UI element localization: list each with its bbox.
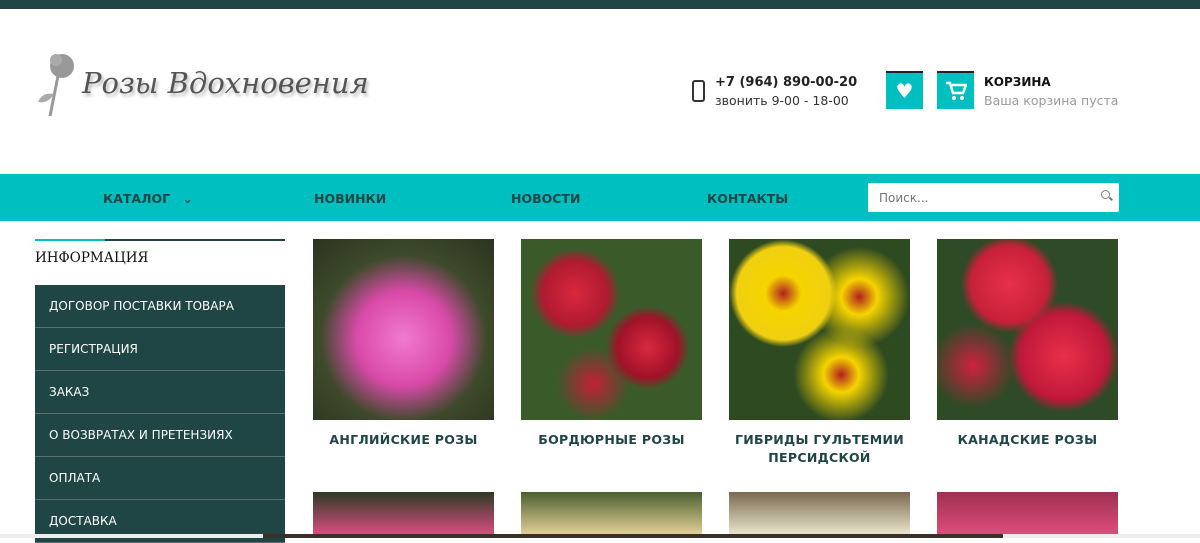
cart-button[interactable] xyxy=(937,71,974,109)
category-image[interactable] xyxy=(937,239,1118,420)
wishlist-button[interactable]: ♥ xyxy=(886,71,923,109)
category-card[interactable]: КАНАДСКИЕ РОЗЫ xyxy=(937,239,1118,449)
nav-catalog[interactable]: КАТАЛОГ ⌄ xyxy=(103,191,193,206)
cart-status: Ваша корзина пуста xyxy=(984,93,1119,108)
category-title[interactable]: БОРДЮРНЫЕ РОЗЫ xyxy=(521,431,702,449)
category-image[interactable] xyxy=(521,492,702,538)
search-input[interactable] xyxy=(868,183,1078,212)
call-hours: звонить 9-00 - 18-00 xyxy=(715,93,849,108)
rose-logo-icon xyxy=(38,54,74,117)
logo[interactable]: Розы Вдохновения xyxy=(36,46,369,121)
sidebar-item-order[interactable]: ЗАКАЗ xyxy=(35,371,285,414)
category-image[interactable] xyxy=(313,492,494,538)
category-title[interactable]: КАНАДСКИЕ РОЗЫ xyxy=(937,431,1118,449)
category-card[interactable]: ГИБРИДЫ ГУЛЬТЕМИИ ПЕРСИДСКОЙ xyxy=(729,239,910,467)
category-image[interactable] xyxy=(521,239,702,420)
horizontal-scrollbar[interactable] xyxy=(0,534,1200,538)
category-card[interactable]: АНГЛИЙСКИЕ РОЗЫ xyxy=(313,239,494,449)
sidebar-item-payment[interactable]: ОПЛАТА xyxy=(35,457,285,500)
sidebar-item-returns[interactable]: О ВОЗВРАТАХ И ПРЕТЕНЗИЯХ xyxy=(35,414,285,457)
logo-text: Розы Вдохновения xyxy=(82,66,369,100)
sidebar-item-registration[interactable]: РЕГИСТРАЦИЯ xyxy=(35,328,285,371)
sidebar-item-contract[interactable]: ДОГОВОР ПОСТАВКИ ТОВАРА xyxy=(35,285,285,328)
phone-icon xyxy=(692,80,705,102)
search-icon[interactable] xyxy=(1101,190,1110,199)
phone-number[interactable]: +7 (964) 890-00-20 xyxy=(715,75,857,90)
cart-icon xyxy=(945,81,967,100)
scrollbar-thumb[interactable] xyxy=(263,534,1003,538)
nav-contacts[interactable]: КОНТАКТЫ xyxy=(707,191,788,206)
category-card[interactable]: БОРДЮРНЫЕ РОЗЫ xyxy=(521,239,702,449)
chevron-down-icon: ⌄ xyxy=(182,191,193,206)
cart-title[interactable]: КОРЗИНА xyxy=(984,75,1051,89)
divider xyxy=(35,239,285,241)
nav-news[interactable]: НОВОСТИ xyxy=(511,191,580,206)
category-image[interactable] xyxy=(729,239,910,420)
category-image[interactable] xyxy=(313,239,494,420)
category-title[interactable]: АНГЛИЙСКИЕ РОЗЫ xyxy=(313,431,494,449)
category-title[interactable]: ГИБРИДЫ ГУЛЬТЕМИИ ПЕРСИДСКОЙ xyxy=(729,431,910,467)
search-box xyxy=(868,183,1119,212)
category-image[interactable] xyxy=(937,492,1118,538)
category-image[interactable] xyxy=(729,492,910,538)
top-bar xyxy=(0,0,1200,9)
heart-icon: ♥ xyxy=(895,79,914,103)
sidebar-title: ИНФОРМАЦИЯ xyxy=(35,250,149,266)
sidebar-menu: ДОГОВОР ПОСТАВКИ ТОВАРА РЕГИСТРАЦИЯ ЗАКА… xyxy=(35,285,285,543)
nav-new[interactable]: НОВИНКИ xyxy=(314,191,386,206)
